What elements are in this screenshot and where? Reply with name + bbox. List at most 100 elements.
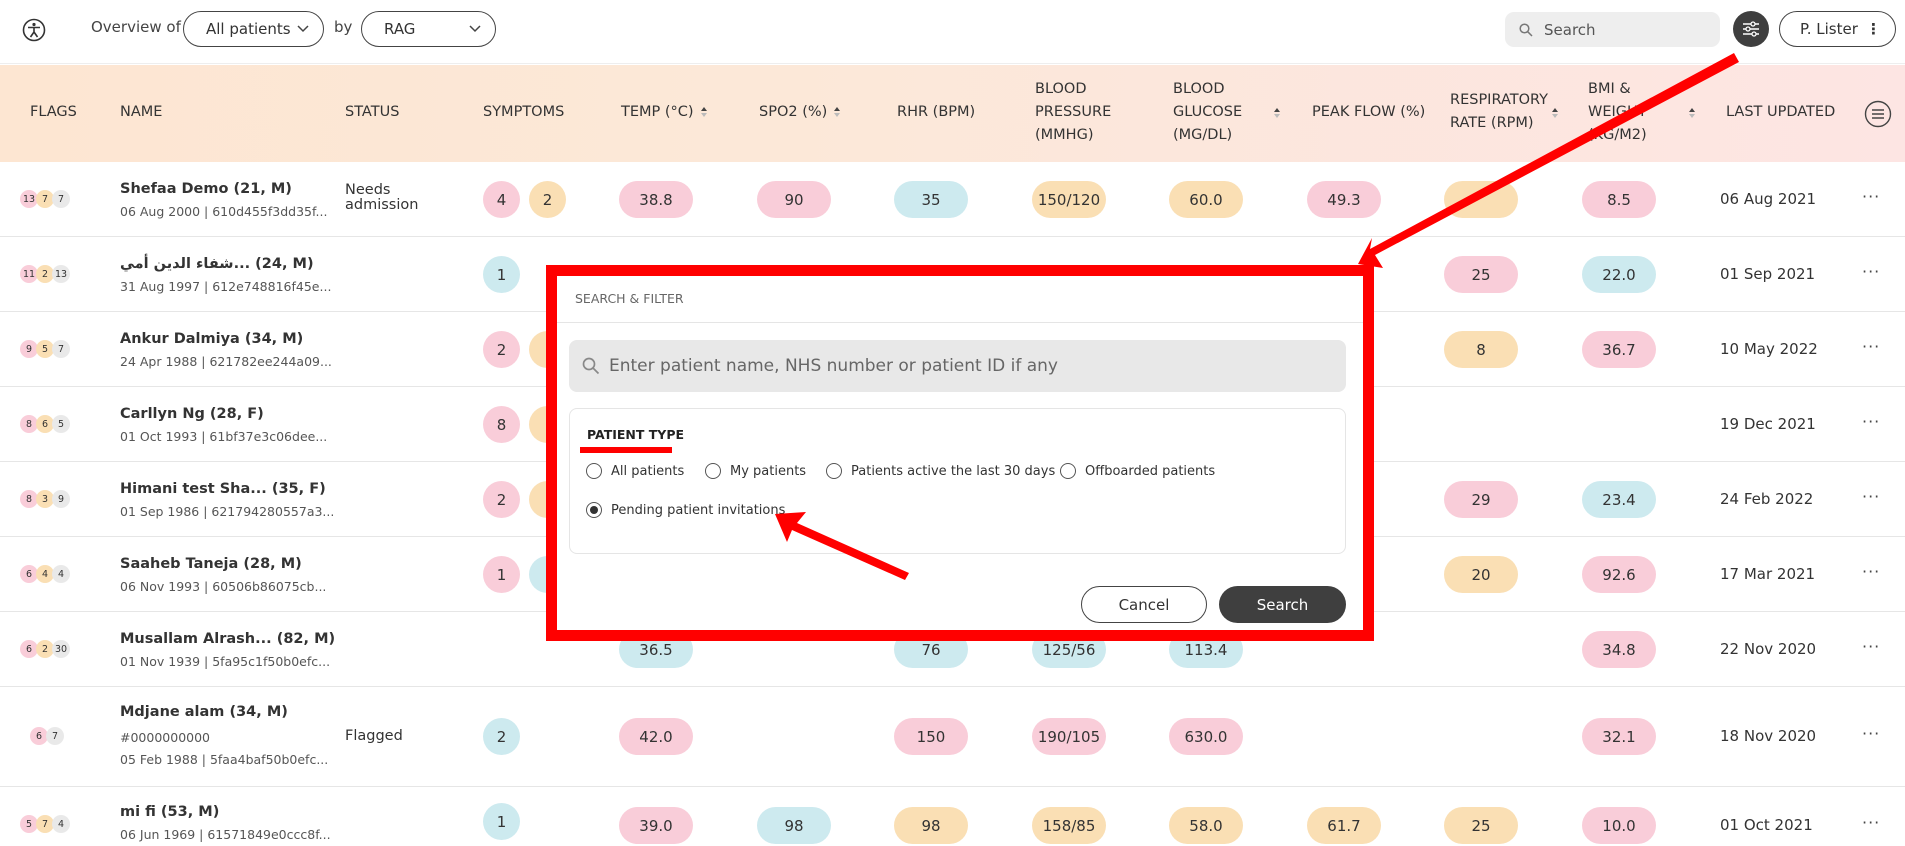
- more-horizontal-icon[interactable]: ···: [1862, 637, 1880, 656]
- more-horizontal-icon[interactable]: ···: [1862, 187, 1880, 206]
- col-symptoms: SYMPTOMS: [483, 104, 565, 120]
- list-menu-icon[interactable]: [1864, 100, 1892, 128]
- bmi-value: 23.4: [1582, 481, 1656, 518]
- table-row[interactable]: 13 7 7 Shefaa Demo (21, M) 06 Aug 2000 | 6…: [0, 162, 1905, 237]
- filter-button[interactable]: [1733, 11, 1769, 47]
- flag-counts: 67: [30, 727, 64, 745]
- radio-all-patients[interactable]: All patients: [586, 463, 684, 479]
- radio-active-30-days[interactable]: Patients active the last 30 days: [826, 463, 1055, 479]
- patient-name[interactable]: Musallam Alrash... (82, M): [120, 631, 335, 647]
- symptom-badge: 2: [483, 331, 520, 368]
- radio-circle-selected: [586, 502, 602, 518]
- col-spo2[interactable]: SPO2 (%): [759, 101, 841, 124]
- bp-value: 158/85: [1032, 807, 1106, 844]
- flag-grey-count: 5: [52, 415, 70, 433]
- rag-select[interactable]: RAG: [361, 11, 496, 47]
- temp-value: 42.0: [619, 718, 693, 755]
- table-row[interactable]: 67 Mdjane alam (34, M) #0000000000 05 Fe…: [0, 687, 1905, 787]
- col-temp[interactable]: TEMP (°C): [621, 101, 708, 124]
- col-respiratory-rate[interactable]: RESPIRATORY RATE (RPM): [1450, 89, 1548, 135]
- patient-nhs-number: #0000000000: [120, 730, 211, 745]
- col-resp-line2: RATE (RPM): [1450, 115, 1534, 131]
- resp-value: [1444, 181, 1518, 218]
- more-horizontal-icon[interactable]: ···: [1862, 262, 1880, 281]
- radio-my-patients[interactable]: My patients: [705, 463, 806, 479]
- col-blood-glucose[interactable]: BLOOD GLUCOSE (MG/DL): [1173, 78, 1242, 147]
- global-search-input[interactable]: Search: [1505, 12, 1720, 47]
- patient-details: 01 Sep 1986 | 621794280557a3...: [120, 504, 335, 519]
- accessibility-logo-icon[interactable]: [22, 18, 46, 42]
- patient-details: 01 Nov 1939 | 5fa95c1f50b0efc...: [120, 654, 331, 669]
- cancel-button[interactable]: Cancel: [1081, 586, 1207, 623]
- flag-grey-count: 7: [46, 727, 64, 745]
- search-button[interactable]: Search: [1219, 586, 1346, 623]
- search-icon: [582, 357, 600, 375]
- more-horizontal-icon[interactable]: ···: [1862, 724, 1880, 743]
- radio-circle: [705, 463, 721, 479]
- patient-name[interactable]: Himani test Sha... (35, F): [120, 481, 326, 497]
- last-updated: 19 Dec 2021: [1720, 415, 1816, 433]
- sort-icon[interactable]: [1551, 107, 1559, 119]
- symptom-badge: 8: [483, 406, 520, 443]
- bmi-value: 32.1: [1582, 718, 1656, 755]
- symptom-badge: 1: [483, 803, 520, 840]
- patient-name[interactable]: Carllyn Ng (28, F): [120, 406, 264, 422]
- patient-details: 06 Aug 2000 | 610d455f3dd35f...: [120, 204, 328, 219]
- sort-icon[interactable]: [1688, 107, 1696, 119]
- bmi-value: 34.8: [1582, 631, 1656, 668]
- table-row[interactable]: 574 mi fi (53, M) 06 Jun 1969 | 61571849…: [0, 787, 1905, 846]
- patient-search-input[interactable]: Enter patient name, NHS number or patien…: [569, 340, 1346, 392]
- patient-status: Needs admission: [345, 183, 418, 213]
- patient-search-placeholder: Enter patient name, NHS number or patien…: [609, 356, 1058, 376]
- rhr-value: 98: [894, 807, 968, 844]
- flag-grey-count: 13: [52, 265, 70, 283]
- peak-flow-value: 49.3: [1307, 181, 1381, 218]
- rag-select-value: RAG: [384, 20, 416, 38]
- more-horizontal-icon[interactable]: ···: [1862, 337, 1880, 356]
- col-bg-line3: (MG/DL): [1173, 127, 1233, 143]
- patient-details: 31 Aug 1997 | 612e748816f45e...: [120, 279, 332, 294]
- flag-grey-count: 7: [52, 190, 70, 208]
- more-horizontal-icon[interactable]: ···: [1862, 562, 1880, 581]
- bmi-value: 8.5: [1582, 181, 1656, 218]
- by-label: by: [334, 18, 353, 36]
- patient-name[interactable]: mi fi (53, M): [120, 804, 219, 820]
- patient-details: 06 Nov 1993 | 60506b86075cb...: [120, 579, 327, 594]
- temp-value: 39.0: [619, 807, 693, 844]
- patient-name[interactable]: Shefaa Demo (21, M): [120, 181, 292, 197]
- patient-name[interactable]: Saaheb Taneja (28, M): [120, 556, 302, 572]
- bmi-value: 22.0: [1582, 256, 1656, 293]
- patients-select[interactable]: All patients: [183, 11, 324, 47]
- more-horizontal-icon[interactable]: ···: [1862, 412, 1880, 431]
- symptom-badge: 2: [483, 718, 520, 755]
- more-horizontal-icon[interactable]: ···: [1862, 487, 1880, 506]
- dialog-title: SEARCH & FILTER: [575, 291, 684, 306]
- flag-counts: 13 7 7: [20, 190, 70, 208]
- col-bp-line2: PRESSURE: [1035, 104, 1112, 120]
- patient-details: 05 Feb 1988 | 5faa4baf50b0efc...: [120, 752, 329, 767]
- col-bmi-line2: WEIGHT: [1588, 104, 1647, 120]
- spo2-value: 98: [757, 807, 831, 844]
- dialog-divider: [557, 322, 1363, 323]
- bg-value: 630.0: [1169, 718, 1243, 755]
- radio-offboarded[interactable]: Offboarded patients: [1060, 463, 1215, 479]
- table-header: FLAGS NAME STATUS SYMPTOMS TEMP (°C) SPO…: [0, 65, 1905, 162]
- more-horizontal-icon[interactable]: ···: [1862, 813, 1880, 832]
- user-menu-button[interactable]: P. Lister ⋮: [1779, 11, 1896, 47]
- patients-select-value: All patients: [206, 20, 291, 38]
- patient-name[interactable]: Ankur Dalmiya (34, M): [120, 331, 303, 347]
- rhr-value: 35: [894, 181, 968, 218]
- bg-value: 58.0: [1169, 807, 1243, 844]
- sort-icon[interactable]: [1273, 107, 1281, 119]
- last-updated: 06 Aug 2021: [1720, 190, 1817, 208]
- flag-counts: 6 2 30: [20, 640, 70, 658]
- search-icon: [1519, 22, 1533, 37]
- radio-pending-invitations[interactable]: Pending patient invitations: [586, 502, 785, 518]
- user-name: P. Lister: [1800, 20, 1858, 38]
- patient-name[interactable]: شفاء الدين أمي... (24, M): [120, 256, 314, 272]
- radio-circle: [586, 463, 602, 479]
- col-bmi-weight[interactable]: BMI & WEIGHT (KG/M2): [1588, 78, 1647, 147]
- flag-counts: 957: [20, 340, 70, 358]
- resp-value: 29: [1444, 481, 1518, 518]
- patient-name[interactable]: Mdjane alam (34, M): [120, 704, 288, 720]
